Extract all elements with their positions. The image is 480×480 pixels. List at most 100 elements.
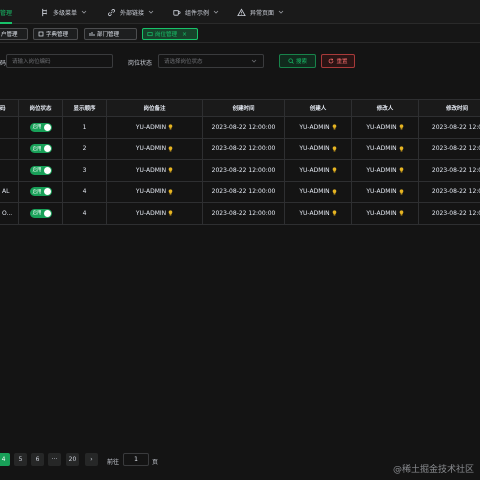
tag-close-icon[interactable]: ×: [182, 31, 187, 38]
tag-label: 岗位管理: [155, 32, 178, 38]
nav-item-multilevel-menu[interactable]: 多级菜单: [40, 0, 87, 24]
refresh-icon: [329, 58, 334, 64]
nav-label: 组件示例: [185, 9, 210, 17]
cell-creator-text: YU-ADMIN: [299, 209, 330, 217]
cell-creator-text: YU-ADMIN: [299, 166, 330, 174]
cell-post-code: [0, 117, 19, 138]
page-button[interactable]: 6: [31, 453, 44, 466]
page-button[interactable]: 20: [66, 453, 79, 466]
cell-modifier: YU-ADMIN: [352, 138, 419, 159]
page-button[interactable]: 5: [14, 453, 27, 466]
cell-created-time-text: 2023-08-22 12:00:00: [211, 209, 276, 217]
page-ellipsis[interactable]: ···: [48, 453, 61, 466]
cell-remark: YU-ADMIN: [107, 181, 203, 202]
chevron-down-icon: [278, 10, 284, 14]
table-row: 启用 3 YU-ADMIN 2023-08-22 12:00:00 YU-ADMIN YU…: [0, 160, 480, 182]
tree-icon: [42, 8, 47, 16]
header-created-time: 创建时间: [203, 100, 285, 116]
org-icon: [89, 32, 95, 36]
reset-button-label: 重置: [336, 59, 348, 65]
cell-modified-time: 2023-08-22 12:0: [419, 160, 480, 181]
cell-remark: YU-ADMIN: [107, 117, 203, 138]
tags-bar: 户管理 字典管理 部门管理 岗位管理 ×: [0, 24, 480, 43]
cell-remark-text: YU-ADMIN: [135, 166, 167, 174]
switch-knob: [43, 145, 51, 153]
status-switch-text: 启用: [32, 125, 42, 131]
goto-page-input[interactable]: 1: [123, 453, 149, 466]
cell-order-text: 4: [82, 188, 87, 196]
tag-user-manage[interactable]: 户管理: [0, 28, 28, 40]
lightbulb-icon: [399, 210, 403, 216]
status-switch[interactable]: 启用: [29, 165, 52, 175]
cell-status: 启用: [19, 160, 63, 181]
reset-button[interactable]: 重置: [321, 54, 355, 68]
cell-remark-text: YU-ADMIN: [135, 209, 167, 217]
cell-post-code: [0, 138, 19, 159]
search-icon: [288, 58, 294, 64]
cell-creator: YU-ADMIN: [285, 203, 352, 224]
nav-item-system-manage[interactable]: 管理: [0, 0, 13, 24]
tag-label: 字典管理: [46, 32, 69, 38]
status-switch[interactable]: 启用: [29, 187, 52, 197]
cell-remark-text: YU-ADMIN: [135, 123, 167, 131]
cell-remark: YU-ADMIN: [107, 203, 203, 224]
cell-modified-time: 2023-08-22 12:0: [419, 117, 480, 138]
post-code-input[interactable]: 请输入岗位编码: [6, 54, 113, 68]
lightbulb-icon: [168, 167, 173, 173]
cell-created-time-text: 2023-08-22 12:00:00: [211, 188, 276, 196]
post-status-select[interactable]: 请选择岗位状态: [158, 54, 264, 68]
lightbulb-icon: [332, 167, 336, 173]
cell-remark-text: YU-ADMIN: [135, 145, 167, 153]
post-code-placeholder: 请输入岗位编码: [12, 59, 51, 65]
next-page-button[interactable]: ›: [85, 453, 98, 466]
search-button[interactable]: 搜索: [279, 54, 316, 68]
search-button-label: 搜索: [295, 59, 307, 65]
cell-creator-text: YU-ADMIN: [299, 188, 330, 196]
header-creator: 创建人: [285, 100, 352, 116]
table-row: 启用 1 YU-ADMIN 2023-08-22 12:00:00 YU-ADMIN YU…: [0, 117, 480, 139]
status-switch[interactable]: 启用: [29, 144, 52, 154]
nav-item-external-link[interactable]: 外部链接: [107, 0, 154, 24]
nav-label: 管理: [0, 9, 13, 17]
status-switch[interactable]: 启用: [29, 208, 52, 218]
cell-modified-time-text: 2023-08-22 12:0: [431, 188, 480, 196]
cell-order-text: 3: [82, 166, 87, 174]
link-icon: [108, 8, 115, 16]
nav-label: 多级菜单: [53, 9, 78, 17]
cell-created-time: 2023-08-22 12:00:00: [203, 117, 285, 138]
cell-creator-text: YU-ADMIN: [299, 145, 330, 153]
cell-order: 1: [63, 117, 107, 138]
chevron-down-icon: [251, 59, 257, 63]
cell-post-code-text: AL: [2, 188, 10, 196]
header-remark: 岗位备注: [107, 100, 203, 116]
lightbulb-icon: [332, 189, 336, 195]
cell-remark: YU-ADMIN: [107, 160, 203, 181]
tag-dept-manage[interactable]: 部门管理: [84, 28, 137, 40]
nav-item-error-pages[interactable]: 异常页面: [237, 0, 284, 24]
status-switch-text: 启用: [32, 189, 42, 195]
cell-post-code-text: O...: [2, 209, 13, 217]
cell-post-code: O...: [0, 203, 19, 224]
lightbulb-icon: [168, 189, 173, 195]
tag-dict-manage[interactable]: 字典管理: [33, 28, 78, 40]
table-row: O... 启用 4 YU-ADMIN 2023-08-22 12:00:00 YU-ADM…: [0, 203, 480, 225]
tag-post-manage[interactable]: 岗位管理 ×: [142, 28, 198, 40]
cup-icon: [173, 9, 181, 16]
page-button[interactable]: 4: [0, 453, 10, 466]
cell-created-time: 2023-08-22 12:00:00: [203, 181, 285, 202]
table-header: 码 岗位状态 显示顺序 岗位备注 创建时间 创建人 修改人 修改时间: [0, 99, 480, 117]
status-switch-text: 启用: [32, 146, 42, 152]
cell-modified-time-text: 2023-08-22 12:0: [431, 209, 480, 217]
header-post-code: 码: [0, 100, 19, 116]
cell-order: 4: [63, 203, 107, 224]
warning-icon: [237, 8, 246, 16]
nav-item-components[interactable]: 组件示例: [172, 0, 219, 24]
cell-modifier-text: YU-ADMIN: [366, 145, 397, 153]
cell-modifier-text: YU-ADMIN: [366, 123, 397, 131]
cell-created-time: 2023-08-22 12:00:00: [203, 203, 285, 224]
cell-remark-text: YU-ADMIN: [135, 188, 167, 196]
cell-creator: YU-ADMIN: [285, 117, 352, 138]
cell-creator: YU-ADMIN: [285, 181, 352, 202]
post-status-label: 岗位状态: [128, 60, 153, 67]
status-switch[interactable]: 启用: [29, 122, 52, 132]
